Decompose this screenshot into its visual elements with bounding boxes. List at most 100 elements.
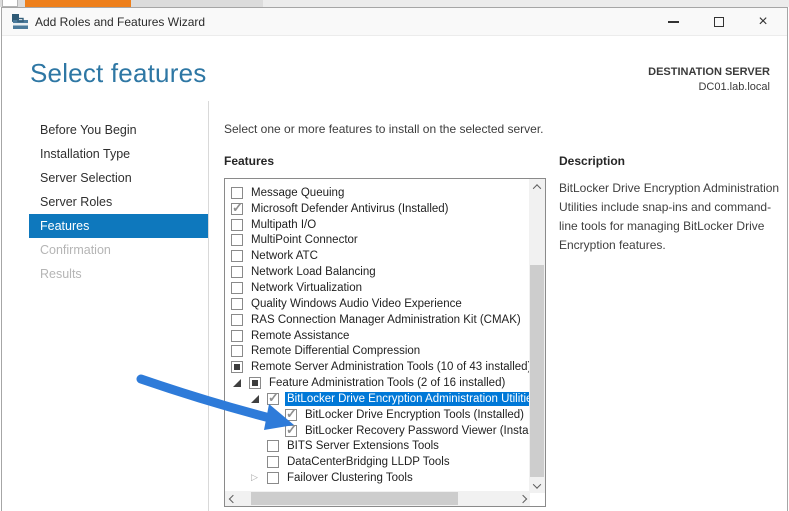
feature-label: Multipath I/O bbox=[249, 218, 529, 232]
horizontal-scrollbar[interactable] bbox=[225, 491, 530, 506]
feature-label: Network Load Balancing bbox=[249, 265, 529, 279]
feature-label: BitLocker Recovery Password Viewer (Inst… bbox=[303, 424, 529, 438]
check-icon: ✓ bbox=[286, 423, 297, 436]
feature-label: Network Virtualization bbox=[249, 281, 529, 295]
horizontal-scroll-thumb[interactable] bbox=[251, 492, 458, 505]
sidebar-item-results: Results bbox=[29, 262, 208, 286]
sidebar-item-installation-type[interactable]: Installation Type bbox=[29, 142, 208, 166]
expander-collapsed-icon[interactable]: ▷ bbox=[251, 473, 258, 481]
feature-label: DataCenterBridging LLDP Tools bbox=[285, 455, 529, 469]
feature-row[interactable]: Remote Differential Compression bbox=[225, 343, 529, 359]
indeterminate-icon bbox=[234, 364, 240, 370]
wizard-window: Add Roles and Features Wizard × Select f… bbox=[1, 7, 788, 511]
feature-row[interactable]: Remote Assistance bbox=[225, 328, 529, 344]
feature-checkbox-checked[interactable]: ✓ bbox=[231, 203, 243, 215]
sidebar-item-confirmation: Confirmation bbox=[29, 238, 208, 262]
background-window-strip bbox=[0, 0, 789, 7]
screen: Add Roles and Features Wizard × Select f… bbox=[0, 0, 789, 511]
sidebar-item-label: Server Selection bbox=[40, 171, 132, 185]
sidebar-divider bbox=[208, 101, 209, 511]
feature-row[interactable]: Multipath I/O bbox=[225, 217, 529, 233]
scroll-down-button[interactable] bbox=[529, 478, 544, 493]
scroll-up-button[interactable] bbox=[529, 179, 544, 194]
feature-checkbox-indeterminate[interactable] bbox=[231, 361, 243, 373]
feature-checkbox-unchecked[interactable] bbox=[231, 282, 243, 294]
feature-label: Remote Assistance bbox=[249, 329, 529, 343]
feature-checkbox-unchecked[interactable] bbox=[231, 330, 243, 342]
feature-row[interactable]: Network Load Balancing bbox=[225, 264, 529, 280]
feature-row[interactable]: Feature Administration Tools (2 of 16 in… bbox=[225, 375, 529, 391]
feature-checkbox-checked[interactable]: ✓ bbox=[285, 425, 297, 437]
feature-label: BitLocker Drive Encryption Administratio… bbox=[285, 392, 529, 406]
sidebar-item-features[interactable]: Features bbox=[29, 214, 208, 238]
feature-row[interactable]: ✓ BitLocker Drive Encryption Administrati… bbox=[225, 391, 529, 407]
feature-row[interactable]: ✓ BitLocker Recovery Password Viewer (Ins… bbox=[225, 423, 529, 439]
description-heading: Description bbox=[559, 154, 625, 168]
vertical-scrollbar[interactable] bbox=[529, 179, 545, 493]
feature-label: BITS Server Extensions Tools bbox=[285, 439, 529, 453]
feature-row[interactable]: Message Queuing bbox=[225, 185, 529, 201]
feature-row[interactable]: Network ATC bbox=[225, 248, 529, 264]
feature-label: Remote Server Administration Tools (10 o… bbox=[249, 360, 529, 374]
feature-row[interactable]: DataCenterBridging LLDP Tools bbox=[225, 454, 529, 470]
maximize-button[interactable] bbox=[697, 8, 741, 36]
chevron-right-icon bbox=[518, 494, 526, 502]
feature-checkbox-unchecked[interactable] bbox=[267, 456, 279, 468]
feature-row[interactable]: ✓BitLocker Drive Encryption Tools (Insta… bbox=[225, 407, 529, 423]
feature-row[interactable]: BITS Server Extensions Tools bbox=[225, 439, 529, 455]
scroll-left-button[interactable] bbox=[225, 491, 240, 506]
feature-row[interactable]: Quality Windows Audio Video Experience bbox=[225, 296, 529, 312]
minimize-button[interactable] bbox=[651, 8, 695, 36]
feature-label: Feature Administration Tools (2 of 16 in… bbox=[267, 376, 529, 390]
features-tree-list: Message Queuing✓Microsoft Defender Antiv… bbox=[224, 178, 546, 507]
feature-row[interactable]: MultiPoint Connector bbox=[225, 233, 529, 249]
feature-label: RAS Connection Manager Administration Ki… bbox=[249, 313, 529, 327]
feature-label: Failover Clustering Tools bbox=[285, 471, 529, 485]
feature-row[interactable]: RAS Connection Manager Administration Ki… bbox=[225, 312, 529, 328]
intro-text: Select one or more features to install o… bbox=[224, 122, 544, 136]
check-icon: ✓ bbox=[232, 201, 243, 214]
sidebar-item-label: Server Roles bbox=[40, 195, 112, 209]
destination-server-label: DESTINATION SERVER bbox=[648, 65, 770, 80]
feature-row[interactable]: ✓Microsoft Defender Antivirus (Installed… bbox=[225, 201, 529, 217]
feature-checkbox-unchecked[interactable] bbox=[231, 266, 243, 278]
expander-expanded-icon[interactable] bbox=[233, 379, 241, 387]
feature-label: Quality Windows Audio Video Experience bbox=[249, 297, 529, 311]
feature-checkbox-unchecked[interactable] bbox=[267, 472, 279, 484]
feature-checkbox-unchecked[interactable] bbox=[231, 298, 243, 310]
sidebar-item-server-roles[interactable]: Server Roles bbox=[29, 190, 208, 214]
wizard-app-icon bbox=[12, 14, 29, 30]
features-column-label: Features bbox=[224, 154, 274, 168]
feature-label: Network ATC bbox=[249, 249, 529, 263]
feature-checkbox-indeterminate[interactable] bbox=[249, 377, 261, 389]
description-text: BitLocker Drive Encryption Administratio… bbox=[559, 179, 787, 255]
sidebar-item-label: Before You Begin bbox=[40, 123, 137, 137]
feature-checkbox-unchecked[interactable] bbox=[231, 187, 243, 199]
feature-row[interactable]: Remote Server Administration Tools (10 o… bbox=[225, 359, 529, 375]
background-accent-bar bbox=[25, 0, 131, 7]
close-icon: × bbox=[758, 14, 767, 30]
feature-checkbox-unchecked[interactable] bbox=[231, 345, 243, 357]
features-rows: Message Queuing✓Microsoft Defender Antiv… bbox=[225, 185, 529, 486]
expander-expanded-icon[interactable] bbox=[251, 395, 259, 403]
feature-checkbox-unchecked[interactable] bbox=[231, 219, 243, 231]
vertical-scroll-thumb[interactable] bbox=[530, 265, 544, 477]
feature-row[interactable]: ▷ Failover Clustering Tools bbox=[225, 470, 529, 486]
sidebar-item-label: Installation Type bbox=[40, 147, 130, 161]
feature-checkbox-unchecked[interactable] bbox=[231, 234, 243, 246]
feature-checkbox-unchecked[interactable] bbox=[231, 314, 243, 326]
sidebar-item-before-you-begin[interactable]: Before You Begin bbox=[29, 118, 208, 142]
chevron-left-icon bbox=[228, 494, 236, 502]
feature-checkbox-unchecked[interactable] bbox=[231, 250, 243, 262]
minimize-icon bbox=[668, 21, 679, 23]
sidebar-item-label: Features bbox=[40, 219, 89, 233]
feature-row[interactable]: Network Virtualization bbox=[225, 280, 529, 296]
feature-checkbox-unchecked[interactable] bbox=[267, 440, 279, 452]
scroll-right-button[interactable] bbox=[515, 491, 530, 506]
feature-checkbox-checked[interactable]: ✓ bbox=[267, 393, 279, 405]
feature-label: Remote Differential Compression bbox=[249, 344, 529, 358]
sidebar-item-server-selection[interactable]: Server Selection bbox=[29, 166, 208, 190]
close-button[interactable]: × bbox=[741, 8, 785, 36]
feature-checkbox-checked[interactable]: ✓ bbox=[285, 409, 297, 421]
background-window-box bbox=[2, 0, 18, 7]
